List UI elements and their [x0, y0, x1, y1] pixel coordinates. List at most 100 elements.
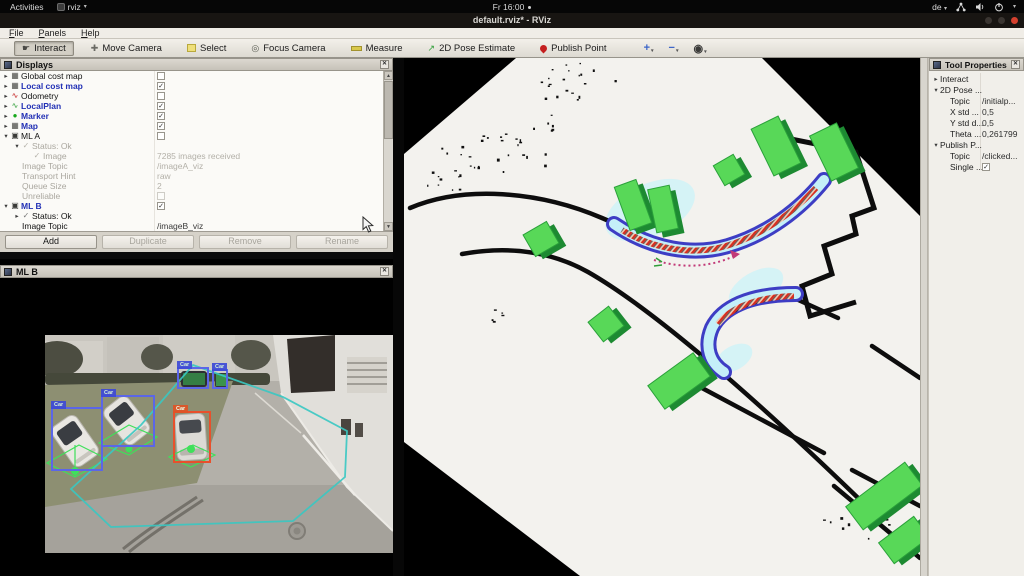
network-icon[interactable] — [956, 2, 966, 12]
menu-panels[interactable]: Panels — [39, 28, 67, 38]
menu-file[interactable]: File — [9, 28, 24, 38]
display-row-status-ok[interactable]: ▾✓Status: Ok — [0, 141, 393, 151]
displays-panel-header[interactable]: Displays ✕ — [0, 58, 393, 71]
display-row-status-ok[interactable]: ▸✓Status: Ok — [0, 211, 393, 221]
expander-icon[interactable]: ▸ — [2, 72, 10, 80]
close-icon[interactable]: ✕ — [380, 60, 389, 69]
display-row-localplan[interactable]: ▸∿LocalPlan✓ — [0, 101, 393, 111]
expander-icon[interactable]: ▾ — [13, 142, 21, 150]
checkbox[interactable] — [157, 192, 165, 200]
display-row-local-cost-map[interactable]: ▸▦Local cost map✓ — [0, 81, 393, 91]
scroll-down-icon[interactable]: ▼ — [384, 222, 393, 231]
tool-properties-header[interactable]: Tool Properties ✕ — [929, 58, 1024, 71]
display-row-ml-b[interactable]: ▾▣ML B✓ — [0, 201, 393, 211]
3d-viewport[interactable] — [404, 58, 920, 576]
checkbox[interactable]: ✓ — [157, 102, 165, 110]
expander-icon[interactable]: ▾ — [2, 132, 10, 140]
property-value[interactable]: raw — [157, 171, 171, 181]
tool-prop-row-2d-pose-[interactable]: ▾2D Pose ... — [929, 84, 1024, 95]
expander-icon[interactable]: ▾ — [932, 86, 940, 94]
tool-prop-row-single-[interactable]: Single ...✓ — [929, 161, 1024, 172]
display-row-queue-size[interactable]: Queue Size2 — [0, 181, 393, 191]
display-row-global-cost-map[interactable]: ▸▦Global cost map — [0, 71, 393, 81]
property-value[interactable]: /imageA_viz — [157, 161, 203, 171]
minimize-button[interactable] — [985, 17, 992, 24]
tool-prop-row-interact[interactable]: ▸Interact — [929, 73, 1024, 84]
mlb-panel-header[interactable]: ML B ✕ — [0, 265, 393, 278]
panel-splitter[interactable] — [393, 58, 404, 576]
expander-icon[interactable]: ▸ — [2, 82, 10, 90]
checkbox[interactable]: ✓ — [157, 122, 165, 130]
activities-button[interactable]: Activities — [10, 2, 44, 12]
property-value[interactable]: 2 — [157, 181, 162, 191]
add-button[interactable]: Add — [5, 235, 97, 249]
panel-splitter[interactable] — [920, 58, 928, 576]
property-value[interactable]: 0,5 — [982, 106, 994, 117]
tool-prop-row-topic[interactable]: Topic/clicked... — [929, 150, 1024, 161]
property-value[interactable]: 0,5 — [982, 117, 994, 128]
display-row-odometry[interactable]: ▸∿Odometry — [0, 91, 393, 101]
expander-icon[interactable]: ▸ — [932, 75, 940, 83]
tool-2d-pose-estimate[interactable]: ↗2D Pose Estimate — [420, 41, 524, 56]
clock[interactable]: Fr 16:00 — [493, 2, 525, 12]
display-row-map[interactable]: ▸▦Map✓ — [0, 121, 393, 131]
expander-icon[interactable]: ▾ — [932, 141, 940, 149]
checkbox[interactable]: ✓ — [157, 82, 165, 90]
close-icon[interactable]: ✕ — [380, 267, 389, 276]
tool-focus-camera[interactable]: ◎Focus Camera — [243, 41, 333, 56]
add-tool-button[interactable]: +▾ — [641, 42, 657, 54]
scrollbar-thumb[interactable] — [384, 81, 393, 139]
power-icon[interactable] — [994, 2, 1004, 12]
close-icon[interactable]: ✕ — [1011, 60, 1020, 69]
tool-prop-row-topic[interactable]: Topic/initialp... — [929, 95, 1024, 106]
checkbox[interactable] — [157, 132, 165, 140]
property-name: 2D Pose ... — [940, 85, 982, 95]
tool-prop-row-x-std-[interactable]: X std ...0,5 — [929, 106, 1024, 117]
tool-options-button[interactable]: ◉▾ — [690, 42, 709, 55]
expander-icon[interactable]: ▸ — [2, 112, 10, 120]
detection-box: Car — [212, 369, 228, 389]
scroll-up-icon[interactable]: ▲ — [384, 71, 393, 80]
checkbox[interactable]: ✓ — [982, 163, 990, 171]
keyboard-layout-indicator[interactable]: de ▾ — [932, 2, 947, 12]
expander-icon[interactable]: ▸ — [13, 212, 21, 220]
tool-prop-row-y-std-d-[interactable]: Y std d...0,5 — [929, 117, 1024, 128]
display-row-image-topic[interactable]: Image Topic/imageB_viz — [0, 221, 393, 231]
tool-measure[interactable]: Measure — [343, 41, 411, 56]
checkbox[interactable] — [157, 92, 165, 100]
display-row-image-topic[interactable]: Image Topic/imageA_viz — [0, 161, 393, 171]
property-value[interactable]: 0,261799 — [982, 128, 1017, 139]
property-value[interactable]: /initialp... — [982, 95, 1016, 106]
tool-interact[interactable]: ☛Interact — [14, 41, 74, 56]
chevron-down-icon[interactable]: ▾ — [1013, 3, 1016, 10]
property-value[interactable]: /clicked... — [982, 150, 1017, 161]
tool-publish-point[interactable]: Publish Point — [532, 41, 614, 56]
maximize-button[interactable] — [998, 17, 1005, 24]
display-row-ml-a[interactable]: ▾▣ML A — [0, 131, 393, 141]
display-row-transport-hint[interactable]: Transport Hintraw — [0, 171, 393, 181]
tool-prop-row-publish-p-[interactable]: ▾Publish P... — [929, 139, 1024, 150]
property-value[interactable]: ✓ — [982, 161, 990, 172]
volume-icon[interactable] — [975, 2, 985, 12]
tool-move-camera[interactable]: ✚Move Camera — [83, 41, 170, 56]
window-title-bar[interactable]: default.rviz* - RViz — [0, 13, 1024, 28]
display-row-marker[interactable]: ▸●Marker✓ — [0, 111, 393, 121]
app-menu[interactable]: rviz ▾ — [57, 2, 87, 12]
checkbox[interactable]: ✓ — [157, 112, 165, 120]
displays-scrollbar[interactable]: ▲ ▼ — [383, 71, 393, 231]
property-value[interactable]: 7285 images received — [157, 151, 240, 161]
expander-icon[interactable]: ▾ — [2, 202, 10, 210]
tool-prop-row-theta-[interactable]: Theta ...0,261799 — [929, 128, 1024, 139]
close-button[interactable] — [1011, 17, 1018, 24]
expander-icon[interactable]: ▸ — [2, 92, 10, 100]
menu-help[interactable]: Help — [81, 28, 100, 38]
display-row-unreliable[interactable]: Unreliable — [0, 191, 393, 201]
property-value[interactable]: /imageB_viz — [157, 221, 203, 231]
display-row-image[interactable]: ✓Image7285 images received — [0, 151, 393, 161]
remove-tool-button[interactable]: −▾ — [666, 42, 682, 54]
expander-icon[interactable]: ▸ — [2, 102, 10, 110]
tool-select[interactable]: Select — [179, 41, 234, 56]
expander-icon[interactable]: ▸ — [2, 122, 10, 130]
checkbox[interactable] — [157, 72, 165, 80]
checkbox[interactable]: ✓ — [157, 202, 165, 210]
